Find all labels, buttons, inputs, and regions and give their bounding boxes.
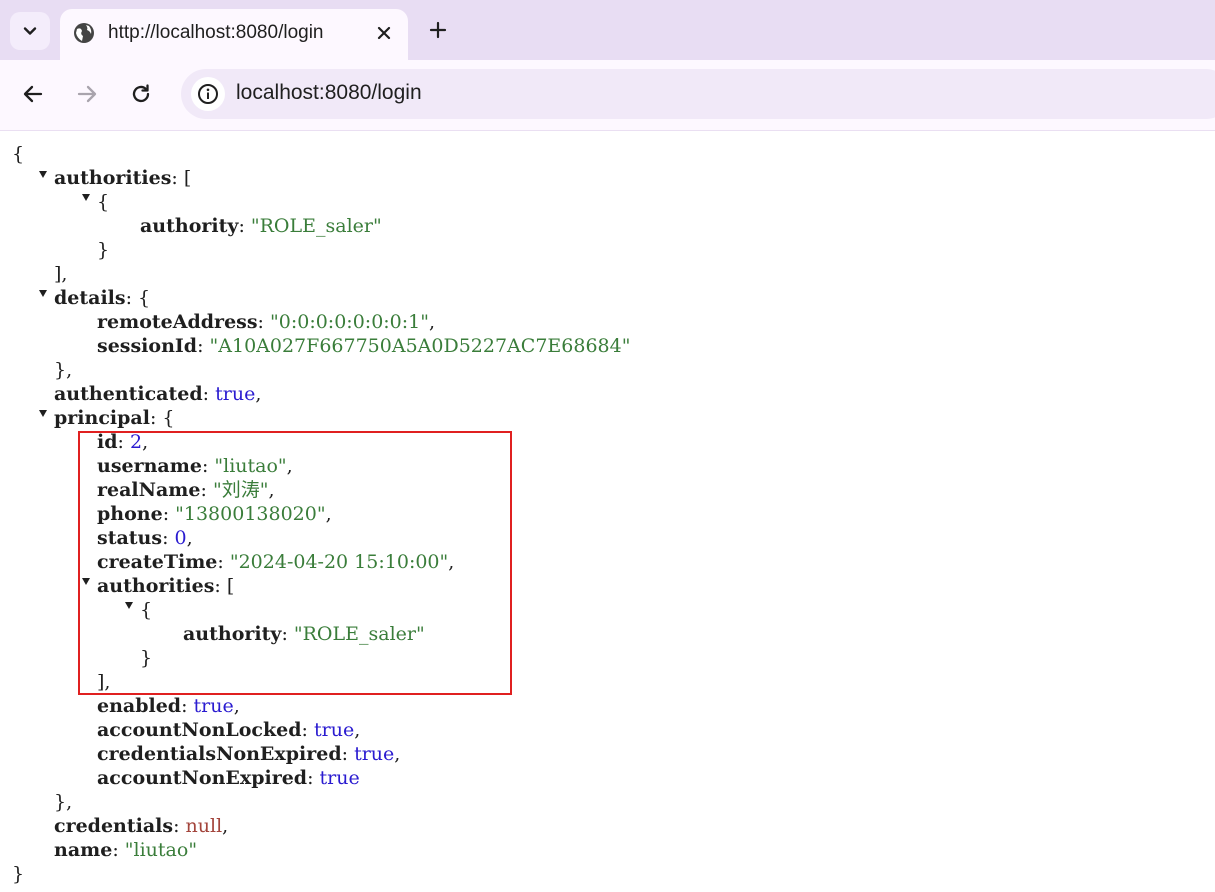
close-icon <box>377 26 391 40</box>
plus-icon <box>429 21 447 39</box>
forward-button[interactable] <box>71 78 103 110</box>
chevron-down-icon <box>23 27 37 35</box>
highlight-box <box>78 431 512 695</box>
forward-arrow-icon <box>77 85 97 103</box>
navigation-toolbar: localhost:8080/login <box>0 60 1215 131</box>
json-line: }, <box>54 791 73 813</box>
collapse-toggle-authority-item[interactable] <box>82 194 90 201</box>
collapse-toggle-authorities[interactable] <box>39 171 47 178</box>
back-button[interactable] <box>17 78 49 110</box>
site-info-button[interactable] <box>191 77 225 111</box>
json-line: { <box>12 143 25 165</box>
json-line: authorities: [ <box>54 167 192 189</box>
json-line: enabled: true, <box>97 695 240 717</box>
tab-strip: http://localhost:8080/login <box>0 0 1215 60</box>
address-bar[interactable]: localhost:8080/login <box>181 69 1215 119</box>
json-line: credentials: null, <box>54 815 229 837</box>
json-line: name: "liutao" <box>54 839 198 861</box>
url-text[interactable]: localhost:8080/login <box>236 81 422 105</box>
json-line: } <box>97 239 110 261</box>
reload-icon <box>132 84 150 103</box>
json-line: remoteAddress: "0:0:0:0:0:0:0:1", <box>97 311 436 333</box>
json-line: accountNonExpired: true <box>97 767 360 789</box>
json-line: authenticated: true, <box>54 383 262 405</box>
tab-close-button[interactable] <box>370 19 398 47</box>
json-line: principal: { <box>54 407 175 429</box>
json-line: sessionId: "A10A027F667750A5A0D5227AC7E6… <box>97 335 631 357</box>
collapse-toggle-details[interactable] <box>39 290 47 297</box>
json-line: ], <box>54 263 68 285</box>
json-line: details: { <box>54 287 151 309</box>
browser-tab[interactable]: http://localhost:8080/login <box>60 9 408 60</box>
json-line: }, <box>54 359 73 381</box>
reload-button[interactable] <box>125 78 157 110</box>
tab-title: http://localhost:8080/login <box>108 22 324 43</box>
new-tab-button[interactable] <box>422 14 454 46</box>
globe-icon <box>72 21 96 50</box>
back-arrow-icon <box>23 85 43 103</box>
info-icon <box>198 84 218 104</box>
json-line: authority: "ROLE_saler" <box>140 215 382 237</box>
json-line: { <box>97 191 110 213</box>
json-line: accountNonLocked: true, <box>97 719 361 741</box>
json-line: credentialsNonExpired: true, <box>97 743 401 765</box>
tab-search-button[interactable] <box>10 12 50 50</box>
json-line: } <box>12 863 25 885</box>
collapse-toggle-principal[interactable] <box>39 410 47 417</box>
